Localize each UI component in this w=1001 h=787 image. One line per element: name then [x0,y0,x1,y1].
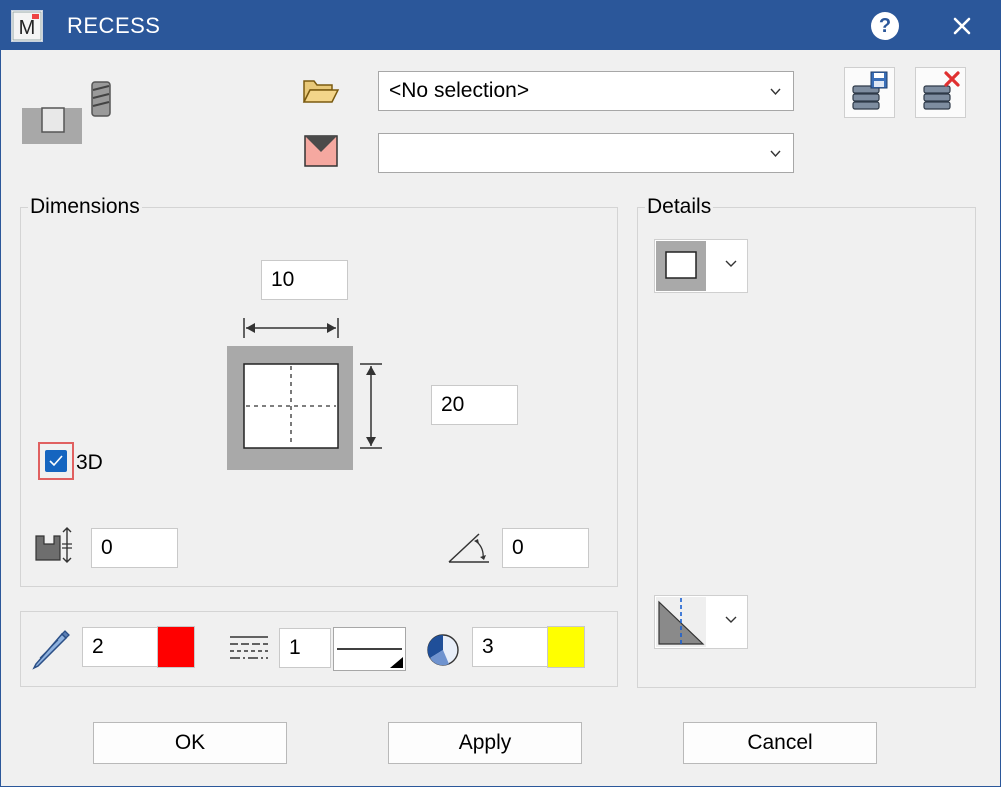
pen-input[interactable]: 2 [82,627,157,667]
checkbox-3d[interactable] [38,442,74,480]
line-input[interactable]: 1 [279,628,331,668]
question-icon: ? [878,15,892,37]
line-style-icon [228,634,270,664]
app-logo-letter: M [19,17,36,39]
chevron-down-icon [770,88,781,96]
line-style-dropdown[interactable] [333,627,406,671]
envelope-icon[interactable] [304,135,338,167]
second-combo[interactable] [378,133,794,173]
chevron-down-icon [770,150,781,158]
pen-color-swatch[interactable] [157,626,195,668]
width-dimension-arrow [242,316,340,340]
save-database-button[interactable] [844,67,895,118]
width-input[interactable]: 10 [261,260,348,300]
details-group-label: Details [645,195,714,219]
cancel-button[interactable]: Cancel [683,722,877,764]
selection-combo-value: <No selection> [389,79,530,102]
app-logo-icon: M [11,10,43,42]
depth-icon [34,526,76,564]
close-icon [953,17,971,35]
depth-input[interactable]: 0 [91,528,178,568]
angle-input[interactable]: 0 [502,528,589,568]
close-button[interactable] [946,10,978,42]
profile-type-dropdown[interactable] [654,595,748,649]
ok-button[interactable]: OK [93,722,287,764]
recess-preview [227,346,353,470]
database-delete-icon [923,71,960,110]
dropdown-corner-icon [390,657,403,668]
help-button[interactable]: ? [871,12,899,40]
recess-tool-icon [20,80,114,146]
checkbox-3d-label: 3D [76,451,103,474]
height-dimension-arrow [358,362,384,450]
pen-icon [30,628,72,670]
apply-button[interactable]: Apply [388,722,582,764]
database-save-icon [852,71,888,110]
fill-pattern-icon [425,632,461,668]
chevron-down-icon [725,616,737,623]
delete-database-button[interactable] [915,67,966,118]
chevron-down-icon [725,260,737,267]
angle-icon [447,528,491,564]
folder-open-icon[interactable] [302,76,340,106]
window-title: RECESS [67,13,161,38]
height-input[interactable]: 20 [431,385,518,425]
checkmark-icon [45,450,67,472]
dimensions-group-label: Dimensions [28,195,142,219]
shape-type-dropdown[interactable] [654,239,748,293]
fill-input[interactable]: 3 [472,627,547,667]
selection-combo[interactable]: <No selection> [378,71,794,111]
fill-color-swatch[interactable] [547,626,585,668]
